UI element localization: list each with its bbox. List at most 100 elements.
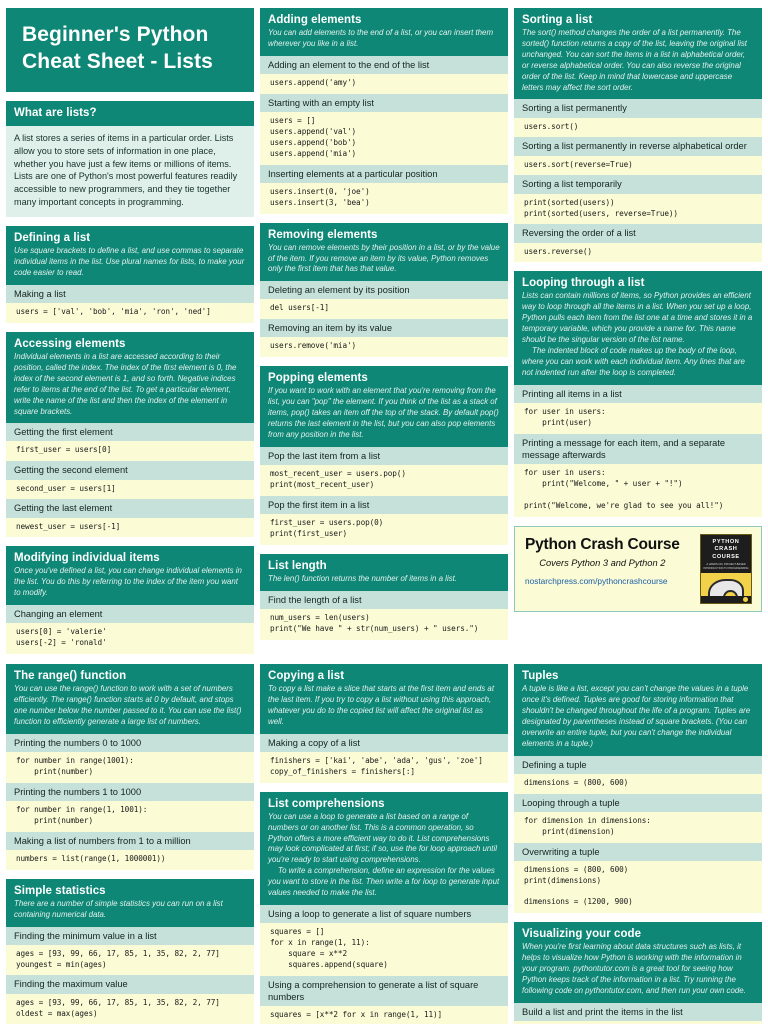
code-block: finishers = ['kai', 'abe', 'ada', 'gus',… xyxy=(260,751,508,783)
column-3: Sorting a list The sort() method changes… xyxy=(514,8,762,612)
section-visualizing-your-code: Visualizing your code When you're first … xyxy=(514,922,762,1024)
section-heading: Looping through a list xyxy=(522,277,645,290)
subsection-label: Printing the numbers 1 to 1000 xyxy=(6,782,254,801)
code-block: for user in users: print("Welcome, " + u… xyxy=(514,463,762,517)
subsection-label: Sorting a list permanently in reverse al… xyxy=(514,137,762,156)
code-block: squares = [x**2 for x in range(1, 11)] xyxy=(260,1005,508,1024)
section-heading: List length xyxy=(268,559,327,572)
section-removing-elements: Removing elements You can remove element… xyxy=(260,222,508,358)
section-range-function: The range() function You can use the ran… xyxy=(6,664,254,870)
section-header: Copying a list To copy a list make a sli… xyxy=(260,664,508,734)
code-block: second_user = users[1] xyxy=(6,479,254,500)
book-cover-tagline: A HANDS-ON, PROJECT-BASED INTRODUCTION T… xyxy=(703,563,749,570)
subsection-label: Finding the minimum value in a list xyxy=(6,926,254,945)
section-header: The range() function You can use the ran… xyxy=(6,664,254,734)
bottom-half: The range() function You can use the ran… xyxy=(6,664,762,1024)
subsection-label: Adding an element to the end of the list xyxy=(260,55,508,74)
section-description-2: To write a comprehension, define an expr… xyxy=(268,866,500,898)
subsection-label: Inserting elements at a particular posit… xyxy=(260,164,508,183)
section-header: Modifying individual items Once you've d… xyxy=(6,546,254,606)
section-header: What are lists? xyxy=(6,100,254,126)
section-body-text: A list stores a series of items in a par… xyxy=(6,125,254,218)
section-description: You can use a loop to generate a list ba… xyxy=(268,811,497,865)
code-block: ages = [93, 99, 66, 17, 85, 1, 35, 82, 2… xyxy=(6,944,254,976)
subsection-label: Using a loop to generate a list of squar… xyxy=(260,905,508,924)
section-heading: The range() function xyxy=(14,670,127,683)
code-block: users.sort(reverse=True) xyxy=(514,155,762,176)
section-header: Popping elements If you want to work wit… xyxy=(260,366,508,447)
ad-title: Python Crash Course xyxy=(525,535,680,553)
code-block: users = [] users.append('val') users.app… xyxy=(260,111,508,165)
section-header: Accessing elements Individual elements i… xyxy=(6,331,254,424)
section-heading: Sorting a list xyxy=(522,14,593,26)
section-heading: Tuples xyxy=(522,670,559,683)
section-description: You can add elements to the end of a lis… xyxy=(268,28,494,48)
subsection-label: Defining a tuple xyxy=(514,755,762,774)
cheat-sheet-page: Beginner's Python Cheat Sheet - Lists Wh… xyxy=(0,0,768,1024)
code-block: for number in range(1001): print(number) xyxy=(6,751,254,783)
section-tuples: Tuples A tuple is like a list, except yo… xyxy=(514,664,762,914)
section-heading: Copying a list xyxy=(268,670,345,683)
code-block: for user in users: print(user) xyxy=(514,402,762,434)
book-cover-title: PYTHON CRASH COURSE A HANDS-ON, PROJECT-… xyxy=(701,534,751,574)
ad-link[interactable]: nostarchpress.com/pythoncrashcourse xyxy=(525,576,680,586)
section-heading: Visualizing your code xyxy=(522,928,642,941)
section-description: If you want to work with an element that… xyxy=(268,386,499,440)
code-block: for number in range(1, 1001): print(numb… xyxy=(6,800,254,832)
code-block: users.insert(0, 'joe') users.insert(3, '… xyxy=(260,182,508,214)
subsection-label: Sorting a list permanently xyxy=(514,99,762,118)
section-list-length: List length The len() function returns t… xyxy=(260,553,508,640)
section-header: List comprehensions You can use a loop t… xyxy=(260,791,508,905)
section-heading: Defining a list xyxy=(14,232,91,245)
code-block: numbers = list(range(1, 1000001)) xyxy=(6,849,254,870)
section-adding-elements: Adding elements You can add elements to … xyxy=(260,8,508,214)
subsection-label: Looping through a tuple xyxy=(514,793,762,812)
section-header: Defining a list Use square brackets to d… xyxy=(6,226,254,285)
section-header: Sorting a list The sort() method changes… xyxy=(514,8,762,100)
section-header: Looping through a list Lists can contain… xyxy=(514,271,762,385)
section-popping-elements: Popping elements If you want to work wit… xyxy=(260,366,508,545)
code-block: users.remove('mia') xyxy=(260,337,508,358)
title-line-1: Beginner's Python xyxy=(22,23,209,46)
section-simple-statistics: Simple statistics There are a number of … xyxy=(6,878,254,1024)
subsection-label: Using a comprehension to generate a list… xyxy=(260,975,508,1006)
code-block: users.append('amy') xyxy=(260,73,508,94)
section-what-are-lists: What are lists? A list stores a series o… xyxy=(6,100,254,218)
subsection-label: Removing an item by its value xyxy=(260,319,508,338)
subsection-label: Printing all items in a list xyxy=(514,384,762,403)
section-modifying-individual-items: Modifying individual items Once you've d… xyxy=(6,546,254,655)
code-block: most_recent_user = users.pop() print(mos… xyxy=(260,465,508,496)
code-block: ages = [93, 99, 66, 17, 85, 1, 35, 82, 2… xyxy=(6,993,254,1024)
subsection-label: Changing an element xyxy=(6,605,254,624)
subsection-label: Finding the maximum value xyxy=(6,975,254,994)
column-1: Beginner's Python Cheat Sheet - Lists Wh… xyxy=(6,8,254,655)
section-copying-a-list: Copying a list To copy a list make a sli… xyxy=(260,664,508,783)
subsection-label: Overwriting a tuple xyxy=(514,842,762,861)
code-block: users = ['val', 'bob', 'mia', 'ron', 'ne… xyxy=(6,303,254,323)
code-block: first_user = users[0] xyxy=(6,441,254,462)
section-header: Visualizing your code When you're first … xyxy=(514,922,762,1003)
subsection-label: Getting the second element xyxy=(6,461,254,480)
subsection-label: Sorting a list temporarily xyxy=(514,175,762,194)
code-block: squares = [] for x in range(1, 11): squa… xyxy=(260,923,508,976)
section-description: When you're first learning about data st… xyxy=(522,942,746,996)
subsection-label: Printing a message for each item, and a … xyxy=(514,433,762,464)
section-header: Simple statistics There are a number of … xyxy=(6,878,254,927)
section-accessing-elements: Accessing elements Individual elements i… xyxy=(6,331,254,538)
code-block: num_users = len(users) print("We have " … xyxy=(260,608,508,640)
subsection-label: Getting the first element xyxy=(6,423,254,442)
section-description: There are a number of simple statistics … xyxy=(14,898,223,919)
subsection-label: Find the length of a list xyxy=(260,590,508,609)
section-description: A tuple is like a list, except you can't… xyxy=(522,684,751,748)
code-block: users.sort() xyxy=(514,117,762,138)
section-heading: Popping elements xyxy=(268,372,368,385)
ad-subtitle: Covers Python 3 and Python 2 xyxy=(539,557,666,568)
book-advertisement[interactable]: Python Crash Course Covers Python 3 and … xyxy=(514,525,762,612)
subsection-label: Making a list xyxy=(6,284,254,304)
section-heading: Modifying individual items xyxy=(14,552,160,565)
subsection-label: Build a list and print the items in the … xyxy=(514,1002,762,1022)
section-looping-through-a-list: Looping through a list Lists can contain… xyxy=(514,271,762,517)
section-description: The sort() method changes the order of a… xyxy=(522,28,747,92)
code-block: del users[-1] xyxy=(260,299,508,320)
section-description: To copy a list make a slice that starts … xyxy=(268,684,495,726)
